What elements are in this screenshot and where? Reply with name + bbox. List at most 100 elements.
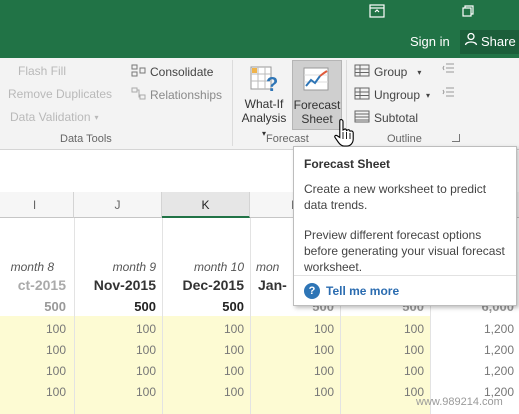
- tooltip-description-2: Preview different forecast options befor…: [304, 228, 505, 274]
- consolidate-icon: [131, 64, 146, 80]
- hide-detail-icon: [442, 87, 454, 97]
- cell-value[interactable]: 100: [0, 322, 66, 336]
- tell-me-more-link[interactable]: ? Tell me more: [304, 283, 399, 299]
- help-icon: ?: [304, 283, 320, 299]
- cell-value[interactable]: 100: [78, 322, 156, 336]
- what-if-analysis-button[interactable]: ? What-If Analysis ▾: [238, 60, 290, 138]
- show-detail-icon: [442, 63, 454, 73]
- cell-value[interactable]: 100: [344, 322, 424, 336]
- cell-value[interactable]: 100: [0, 343, 66, 357]
- cell-value[interactable]: 100: [0, 385, 66, 399]
- ribbon-data-tab: Flash Fill Remove Duplicates Data Valida…: [0, 58, 519, 150]
- flash-fill-label: Flash Fill: [18, 64, 67, 78]
- cell-total[interactable]: 500: [166, 299, 244, 314]
- value-row: 100 100 100 100 100 1,200: [0, 364, 519, 382]
- remove-duplicates-button[interactable]: Remove Duplicates: [8, 87, 112, 101]
- ungroup-label: Ungroup: [374, 88, 421, 102]
- value-row: 100 100 100 100 100 1,200: [0, 343, 519, 361]
- cell-month[interactable]: month 10: [166, 260, 244, 274]
- forecast-sheet-label-2: Sheet: [301, 112, 333, 126]
- data-validation-label: Data Validation: [10, 110, 91, 124]
- cell-month[interactable]: mon: [256, 260, 292, 274]
- subtotal-icon: [354, 110, 370, 126]
- relationships-label: Relationships: [150, 88, 223, 102]
- outline-group-label: Outline: [387, 133, 422, 145]
- forecast-sheet-label-1: Forecast: [293, 98, 341, 112]
- data-validation-button[interactable]: Data Validation ▾: [10, 110, 99, 124]
- column-j-label: J: [114, 198, 121, 212]
- remove-duplicates-label: Remove Duplicates: [8, 87, 113, 101]
- cell-value[interactable]: 100: [166, 385, 244, 399]
- cell-value[interactable]: 100: [0, 364, 66, 378]
- show-detail-button[interactable]: [442, 62, 456, 74]
- value-row: 100 100 100 100 100 1,200: [0, 322, 519, 340]
- cell-value[interactable]: 100: [166, 343, 244, 357]
- cell-value[interactable]: 100: [254, 385, 334, 399]
- what-if-label-1: What-If: [244, 97, 284, 111]
- svg-text:?: ?: [266, 74, 278, 94]
- cell-value[interactable]: 100: [344, 364, 424, 378]
- cell-value[interactable]: 1,200: [434, 343, 514, 357]
- consolidate-label: Consolidate: [150, 65, 214, 79]
- relationships-button[interactable]: Relationships: [131, 87, 222, 103]
- tell-me-more-label: Tell me more: [326, 284, 400, 298]
- subtotal-button[interactable]: Subtotal: [354, 110, 418, 126]
- what-if-label-2-text: Analysis: [241, 111, 287, 125]
- cell-value[interactable]: 100: [254, 322, 334, 336]
- cell-date[interactable]: Jan-: [258, 277, 294, 293]
- column-i-label: I: [32, 198, 37, 212]
- group-button[interactable]: Group ▾: [354, 64, 421, 80]
- forecast-group-label: Forecast: [266, 133, 309, 145]
- ribbon-display-options-icon[interactable]: [366, 4, 388, 22]
- cell-value[interactable]: 100: [166, 322, 244, 336]
- column-header-k[interactable]: K: [162, 192, 250, 218]
- forecast-chart-icon: [302, 65, 332, 98]
- share-label: Share: [481, 34, 516, 49]
- cell-date[interactable]: Nov-2015: [78, 277, 156, 293]
- cell-value[interactable]: 100: [78, 343, 156, 357]
- ungroup-icon: [354, 87, 370, 103]
- cell-date[interactable]: Dec-2015: [166, 277, 245, 293]
- cell-value[interactable]: 1,200: [434, 364, 514, 378]
- cell-value[interactable]: 100: [78, 385, 156, 399]
- relationships-icon: [131, 87, 146, 103]
- flash-fill-button[interactable]: Flash Fill: [18, 64, 66, 78]
- hand-cursor-icon: [333, 118, 355, 148]
- tooltip-title: Forecast Sheet: [304, 157, 391, 171]
- cell-value[interactable]: 100: [344, 343, 424, 357]
- tooltip-divider: [294, 275, 516, 276]
- cell-value[interactable]: 100: [166, 364, 244, 378]
- share-button[interactable]: Share: [460, 30, 519, 54]
- cell-value[interactable]: 100: [344, 385, 424, 399]
- group-icon: [354, 64, 370, 80]
- cell-value[interactable]: 100: [254, 343, 334, 357]
- chevron-down-icon: ▾: [94, 112, 99, 122]
- forecast-sheet-tooltip: Forecast Sheet Create a new worksheet to…: [293, 146, 517, 306]
- cell-month[interactable]: month 8: [0, 260, 54, 274]
- chevron-down-icon: ▾: [417, 67, 422, 77]
- subtotal-label: Subtotal: [374, 111, 419, 125]
- column-header-i[interactable]: I: [0, 192, 74, 218]
- cell-value[interactable]: 100: [254, 364, 334, 378]
- cell-total[interactable]: 500: [78, 299, 156, 314]
- column-header-j[interactable]: J: [74, 192, 162, 218]
- ungroup-button[interactable]: Ungroup ▾: [354, 87, 430, 103]
- dialog-launcher-icon[interactable]: [452, 134, 460, 142]
- column-k-label: K: [201, 198, 210, 212]
- title-bar: Sign in Share: [0, 0, 519, 58]
- tooltip-description-1: Create a new worksheet to predict data t…: [304, 182, 487, 212]
- chevron-down-icon: ▾: [426, 90, 431, 100]
- ribbon-separator: [232, 60, 233, 146]
- restore-icon[interactable]: [457, 4, 479, 22]
- cell-value[interactable]: 100: [78, 364, 156, 378]
- group-label: Group: [374, 65, 408, 79]
- cell-value[interactable]: 1,200: [434, 322, 514, 336]
- hide-detail-button[interactable]: [442, 86, 456, 98]
- data-tools-group-label: Data Tools: [60, 133, 112, 145]
- sign-in-link[interactable]: Sign in: [410, 34, 450, 49]
- cell-date[interactable]: ct-2015: [0, 277, 66, 293]
- consolidate-button[interactable]: Consolidate: [131, 64, 213, 80]
- user-icon: [464, 30, 478, 54]
- cell-total[interactable]: 500: [0, 299, 66, 314]
- cell-month[interactable]: month 9: [80, 260, 156, 274]
